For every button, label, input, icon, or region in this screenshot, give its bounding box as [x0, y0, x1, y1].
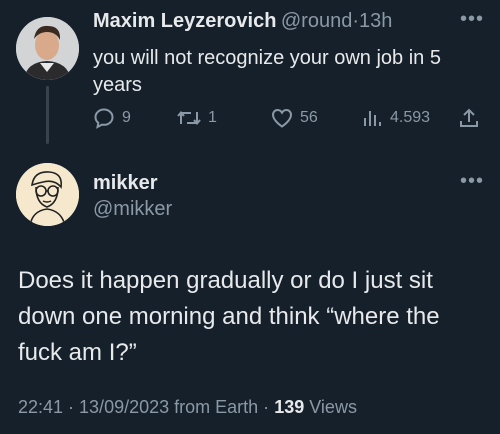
tweet-views-label: Views [309, 397, 357, 417]
footer-separator: · [263, 397, 270, 417]
tweet-timestamp[interactable]: 22:41 · 13/09/2023 from Earth [18, 397, 258, 417]
context-author-handle[interactable]: @round [281, 10, 352, 32]
avatar-maxim[interactable] [16, 17, 79, 80]
thread-connector-line [46, 86, 49, 144]
tweet-footer: 22:41 · 13/09/2023 from Earth · 139 View… [18, 397, 357, 418]
retweet-icon [177, 110, 201, 126]
context-author-name[interactable]: Maxim Leyzerovich [93, 10, 276, 32]
reply-count: 9 [122, 109, 131, 126]
like-count: 56 [300, 109, 318, 126]
reply-button[interactable]: 9 [92, 106, 131, 130]
context-tweet-text: you will not recognize your own job in 5… [93, 47, 441, 96]
share-icon [460, 108, 478, 127]
avatar-mikker[interactable] [16, 163, 79, 226]
retweet-count: 1 [208, 109, 217, 126]
views-button[interactable]: 4.593 [362, 106, 430, 130]
more-icon[interactable]: ••• [460, 170, 484, 193]
tweet-view-count: 139 [274, 397, 305, 417]
main-author-handle[interactable]: @mikker [93, 198, 172, 221]
share-button[interactable] [458, 106, 480, 130]
view-count: 4.593 [390, 109, 431, 126]
more-icon[interactable]: ••• [460, 8, 484, 31]
context-tweet-time[interactable]: 13h [359, 10, 392, 32]
heart-icon [271, 108, 293, 128]
retweet-button[interactable]: 1 [176, 106, 217, 130]
header-separator: · [352, 10, 360, 32]
reply-icon [94, 108, 114, 129]
main-author-name[interactable]: mikker [93, 172, 158, 195]
context-tweet-header: Maxim Leyzerovich @round·13h [93, 10, 392, 33]
views-icon [364, 111, 381, 126]
main-tweet-text: Does it happen gradually or do I just si… [18, 267, 440, 366]
like-button[interactable]: 56 [270, 106, 318, 130]
